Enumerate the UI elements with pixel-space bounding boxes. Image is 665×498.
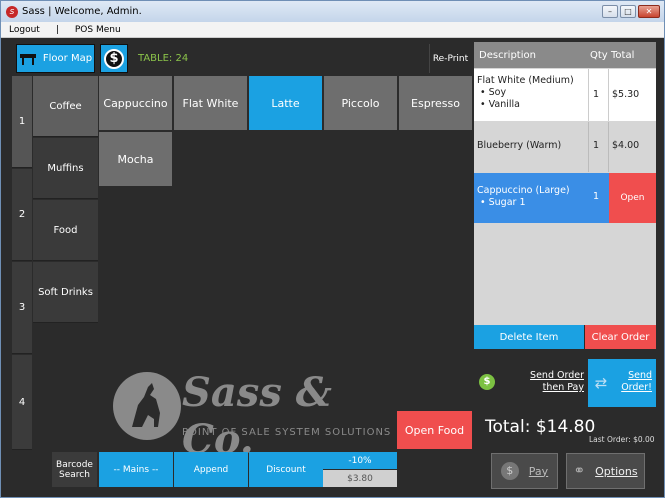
options-label: Options	[595, 464, 638, 478]
product-flat-white[interactable]: Flat White	[174, 76, 248, 131]
open-food-button[interactable]: Open Food	[397, 411, 472, 449]
dollar-icon: $	[500, 462, 519, 480]
send-order-label: Send Order!	[621, 370, 652, 393]
floor-map-label: Floor Map	[42, 53, 93, 64]
reprint-button[interactable]: Re-Print	[429, 44, 471, 73]
barcode-search-button[interactable]: Barcode Search	[52, 452, 97, 487]
table-number: TABLE: 24	[138, 53, 189, 64]
window-title: Sass | Welcome, Admin.	[22, 6, 142, 17]
order-item-mod: • Sugar 1	[480, 197, 526, 208]
send-order-then-pay-button[interactable]: $ Send Order then Pay	[474, 359, 586, 407]
floor-map-button[interactable]: Floor Map	[16, 44, 95, 73]
send-order-button[interactable]: ⇄ Send Order!	[588, 359, 656, 407]
order-item-qty: 1	[593, 89, 600, 100]
product-cappuccino[interactable]: Cappuccino	[99, 76, 173, 131]
order-item-mod: • Soy	[480, 87, 507, 98]
order-item-name: Blueberry (Warm)	[477, 140, 562, 151]
discount-percent: -10%	[323, 452, 397, 469]
header-total: Total	[611, 50, 635, 61]
close-icon[interactable]: ✕	[638, 5, 660, 18]
category-soft-drinks[interactable]: Soft Drinks	[33, 262, 98, 323]
order-panel: Description Qty Total Flat White (Medium…	[474, 42, 656, 325]
product-mocha[interactable]: Mocha	[99, 132, 173, 187]
order-item-qty: 1	[593, 140, 600, 151]
pos-app: Floor Map $ TABLE: 24 Re-Print 1 2 3 4 C…	[7, 39, 659, 493]
pay-label: Pay	[528, 464, 549, 478]
menu-separator: |	[55, 24, 59, 35]
mains-button[interactable]: -- Mains --	[99, 452, 173, 487]
minimize-icon[interactable]: –	[602, 5, 618, 18]
title-bar: s Sass | Welcome, Admin. – □ ✕	[1, 1, 664, 22]
options-button[interactable]: ⚭ Options	[566, 453, 645, 489]
app-logo-icon: s	[6, 5, 18, 18]
order-item-name: Flat White (Medium)	[477, 75, 574, 86]
maximize-icon[interactable]: □	[620, 5, 636, 18]
header-description: Description	[479, 50, 536, 61]
menu-bar: Logout | POS Menu	[1, 22, 664, 38]
menu-logout[interactable]: Logout	[1, 25, 48, 35]
payment-button[interactable]: $	[100, 44, 128, 73]
order-row-selected[interactable]: Cappuccino (Large) • Sugar 1 1 Open	[474, 173, 656, 223]
discount-amount: $3.80	[323, 470, 397, 487]
page-tab-2[interactable]: 2	[12, 169, 32, 261]
dollar-icon: $	[479, 374, 495, 390]
pos-window: s Sass | Welcome, Admin. – □ ✕ Logout | …	[0, 0, 665, 498]
order-row[interactable]: Flat White (Medium) • Soy • Vanilla 1 $5…	[474, 69, 656, 121]
order-total: Total: $14.80	[485, 417, 596, 437]
order-item-name: Cappuccino (Large)	[477, 185, 570, 196]
open-price-button[interactable]: Open	[609, 173, 656, 223]
product-latte[interactable]: Latte	[249, 76, 323, 131]
category-coffee[interactable]: Coffee	[33, 76, 98, 137]
menu-pos-menu[interactable]: POS Menu	[67, 25, 129, 35]
discount-button[interactable]: Discount	[249, 452, 323, 487]
send-pay-label: Send Order then Pay	[530, 370, 584, 393]
page-tab-1[interactable]: 1	[12, 76, 32, 168]
dollar-icon: $	[104, 48, 124, 69]
order-item-qty: 1	[593, 191, 600, 202]
category-food[interactable]: Food	[33, 200, 98, 261]
table-icon	[19, 53, 36, 65]
header-qty: Qty	[590, 50, 608, 61]
pay-button[interactable]: $ Pay	[491, 453, 558, 489]
page-tab-4[interactable]: 4	[12, 355, 32, 450]
clear-order-button[interactable]: Clear Order	[585, 325, 656, 349]
product-espresso[interactable]: Espresso	[399, 76, 473, 131]
discount-value[interactable]: -10% $3.80	[323, 452, 397, 487]
brand-logo: Sass & Co. POINT OF SALE SYSTEM SOLUTION…	[110, 369, 400, 463]
order-row[interactable]: Blueberry (Warm) 1 $4.00	[474, 122, 656, 172]
brand-tagline: POINT OF SALE SYSTEM SOLUTIONS	[182, 427, 392, 438]
product-piccolo[interactable]: Piccolo	[324, 76, 398, 131]
order-header: Description Qty Total	[474, 42, 656, 68]
order-item-total: $5.30	[612, 89, 640, 100]
order-item-total: $4.00	[612, 140, 640, 151]
link-icon: ⚭	[573, 463, 586, 479]
send-arrows-icon: ⇄	[594, 374, 608, 392]
page-tab-3[interactable]: 3	[12, 262, 32, 354]
brand-name: Sass & Co.	[182, 369, 332, 463]
last-order: Last Order: $0.00	[589, 435, 655, 444]
send-panel: $ Send Order then Pay ⇄ Send Order!	[474, 359, 656, 411]
delete-item-button[interactable]: Delete Item	[474, 325, 584, 349]
append-button[interactable]: Append	[174, 452, 248, 487]
order-item-mod: • Vanilla	[480, 99, 520, 110]
category-muffins[interactable]: Muffins	[33, 138, 98, 199]
